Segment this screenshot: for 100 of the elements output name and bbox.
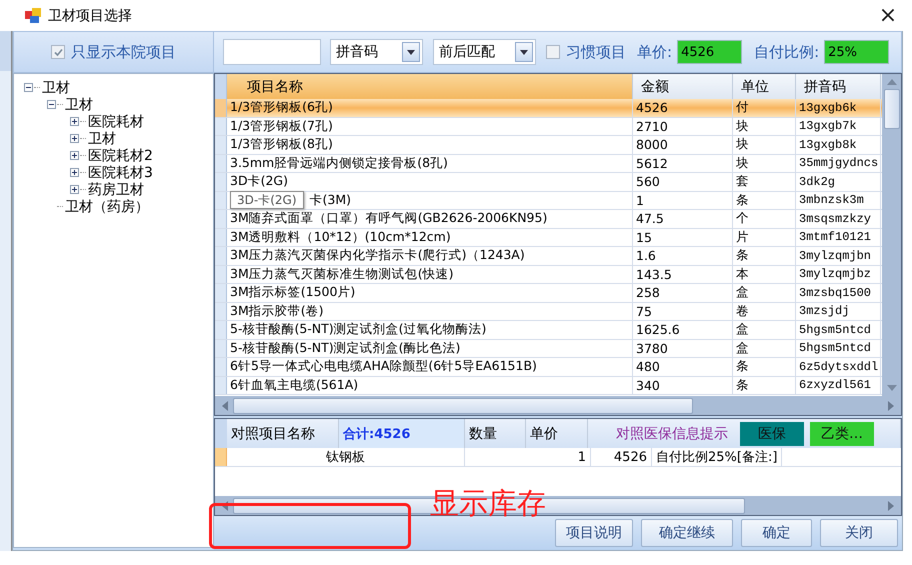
- collapse-icon[interactable]: [24, 83, 33, 92]
- table-cell: 6针5导一体式心电电缆AHA除颤型(6针5导EA6151B): [227, 358, 633, 376]
- scroll-arrow-icon[interactable]: [886, 384, 898, 392]
- table-row[interactable]: 3M指示标签(1500片) 258 盒 3mzsbq1500: [215, 284, 882, 302]
- row-header[interactable]: [215, 228, 227, 246]
- table-cell: 1/3管形钢板(6孔): [227, 99, 633, 116]
- expand-icon[interactable]: [70, 185, 79, 194]
- table-cell: 3M压力蒸气灭菌标准生物测试包(快速): [227, 266, 633, 283]
- row-header[interactable]: [215, 192, 227, 209]
- table-row[interactable]: 3M随弃式面罩（口罩）有呼气阀(GB2626-2006KN95) 47.5 个 3msqsmzkzy: [215, 210, 882, 228]
- table-cell: 75: [633, 302, 733, 320]
- expand-icon[interactable]: [70, 151, 79, 160]
- table-cell: 6zxyzdl561: [796, 376, 881, 394]
- ratio-field[interactable]: 25%: [824, 40, 890, 64]
- row-header[interactable]: [215, 448, 227, 466]
- column-header[interactable]: 单价: [526, 419, 588, 448]
- row-header[interactable]: [215, 154, 227, 172]
- table-row[interactable]: 3M透明敷料（10*12）(10cm*12cm) 15 片 3mtmf10121: [215, 228, 882, 247]
- table-row[interactable]: 5-核苷酸酶(5-NT)测定试剂盒(过氧化物酶法) 1625.6 盒 5hgsm5ntcd: [215, 321, 882, 340]
- tree-item[interactable]: 卫材: [65, 96, 93, 114]
- scroll-arrow-icon[interactable]: [887, 500, 895, 512]
- table-row[interactable]: 1/3管形钢板(7孔) 2710 块 13gxgb7k: [215, 118, 882, 136]
- status-tag: 乙类…: [810, 422, 874, 446]
- tree-item[interactable]: 药房卫材: [88, 180, 144, 198]
- table-row[interactable]: 3D-卡(2G) 卡(3M) 1 条 3mbnzsk3m: [215, 192, 882, 210]
- table-cell: 块: [733, 118, 796, 135]
- row-header[interactable]: [215, 99, 227, 116]
- column-header[interactable]: 项目名称: [227, 74, 633, 99]
- row-header[interactable]: [215, 210, 227, 228]
- checkbox[interactable]: [51, 45, 65, 59]
- annotation-text: 显示库存: [430, 486, 546, 520]
- tree-item[interactable]: 医院耗材2: [88, 146, 153, 164]
- table-row[interactable]: 6针5导一体式心电电缆AHA除颤型(6针5导EA6151B) 480 条 6z5dytsxddl: [215, 358, 882, 376]
- scroll-arrow-icon[interactable]: [221, 400, 229, 412]
- table-cell: 1: [633, 192, 733, 209]
- table-row[interactable]: 3M指示胶带(卷) 75 卷 3mzsjdj: [215, 302, 882, 321]
- dialog-button[interactable]: 确定继续: [641, 519, 733, 547]
- table-cell: 2710: [633, 118, 733, 135]
- table-cell: 1625.6: [633, 321, 733, 338]
- row-header[interactable]: [215, 247, 227, 264]
- dialog-button[interactable]: 关闭: [820, 519, 898, 547]
- match-mode-dropdown[interactable]: 前后匹配: [433, 39, 536, 65]
- expand-icon[interactable]: [70, 134, 79, 143]
- scrollbar-thumb[interactable]: [884, 89, 900, 129]
- dialog-button[interactable]: 确定: [741, 519, 812, 547]
- vertical-scrollbar[interactable]: [882, 74, 901, 396]
- expand-icon[interactable]: [70, 168, 79, 177]
- row-header[interactable]: [215, 266, 227, 283]
- column-header[interactable]: 数量: [465, 419, 526, 448]
- table-row[interactable]: 1/3管形钢板(8孔) 8000 块 13gxgb8k: [215, 136, 882, 154]
- row-header[interactable]: [215, 302, 227, 320]
- table-cell: 套: [733, 173, 796, 190]
- row-header[interactable]: [215, 136, 227, 154]
- table-cell: 258: [633, 284, 733, 302]
- collapse-icon[interactable]: [47, 100, 56, 109]
- scroll-arrow-icon[interactable]: [221, 500, 229, 512]
- row-header[interactable]: [215, 321, 227, 338]
- table-cell: 3mbnzsk3m: [796, 192, 881, 209]
- table-cell: 卷: [733, 302, 796, 320]
- tree-item[interactable]: 卫材（药房）: [65, 198, 149, 216]
- row-header[interactable]: [215, 340, 227, 357]
- horizontal-scrollbar[interactable]: [215, 396, 901, 415]
- row-header[interactable]: [215, 173, 227, 190]
- tree-item[interactable]: 医院耗材: [88, 112, 144, 130]
- dialog-button[interactable]: 项目说明: [555, 519, 633, 547]
- close-button[interactable]: ×: [866, 0, 910, 30]
- table-row[interactable]: 5-核苷酸酶(5-NT)测定试剂盒(酶比色法) 3780 盒 5hgsm5ntcd: [215, 340, 882, 358]
- table-cell: 1/3管形钢板(8孔): [227, 136, 633, 154]
- table-cell: 4526: [633, 99, 733, 116]
- expand-icon[interactable]: [70, 117, 79, 126]
- table-cell: 本: [733, 266, 796, 283]
- row-header[interactable]: [215, 358, 227, 376]
- price-label: 单价:: [637, 42, 672, 62]
- checkbox[interactable]: [546, 45, 560, 59]
- table-row[interactable]: 3M压力蒸气灭菌标准生物测试包(快速) 143.5 本 3mylzqmjbz: [215, 266, 882, 284]
- table-cell: 340: [633, 376, 733, 394]
- ratio-label: 自付比例:: [754, 42, 820, 62]
- table-row[interactable]: 1/3管形钢板(6孔) 4526 付 13gxgb6k: [215, 99, 882, 118]
- tree-item[interactable]: 卫材: [88, 130, 116, 148]
- row-header[interactable]: [215, 284, 227, 302]
- row-header[interactable]: [215, 376, 227, 394]
- tree-item[interactable]: 医院耗材3: [88, 164, 153, 182]
- search-field[interactable]: [223, 39, 321, 65]
- price-field[interactable]: 4526: [677, 40, 742, 64]
- table-cell: 5612: [633, 154, 733, 172]
- tree-item[interactable]: 卫材: [42, 78, 70, 96]
- table-cell: 盒: [733, 321, 796, 338]
- row-header[interactable]: [215, 118, 227, 135]
- table-cell: 5hgsm5ntcd: [796, 340, 881, 357]
- scrollbar-thumb[interactable]: [233, 398, 693, 414]
- table-row[interactable]: 3M压力蒸汽灭菌保内化学指示卡(爬行式)（1243A) 1.6 条 3mylzqmjbn: [215, 247, 882, 266]
- table-cell: 3mzsbq1500: [796, 284, 881, 302]
- scroll-arrow-icon[interactable]: [886, 78, 898, 86]
- table-cell: 付: [733, 99, 796, 116]
- table-cell: 3mylzqmjbn: [796, 247, 881, 264]
- search-mode-dropdown[interactable]: 拼音码: [330, 39, 423, 65]
- table-row[interactable]: 6针血氧主电缆(561A) 340 条 6zxyzdl561: [215, 376, 882, 395]
- status-tag: 医保: [740, 422, 804, 446]
- scroll-arrow-icon[interactable]: [887, 400, 895, 412]
- table-row[interactable]: 3.5mm胫骨远端内侧锁定接骨板(8孔) 5612 块 35mmjgydncs: [215, 154, 882, 173]
